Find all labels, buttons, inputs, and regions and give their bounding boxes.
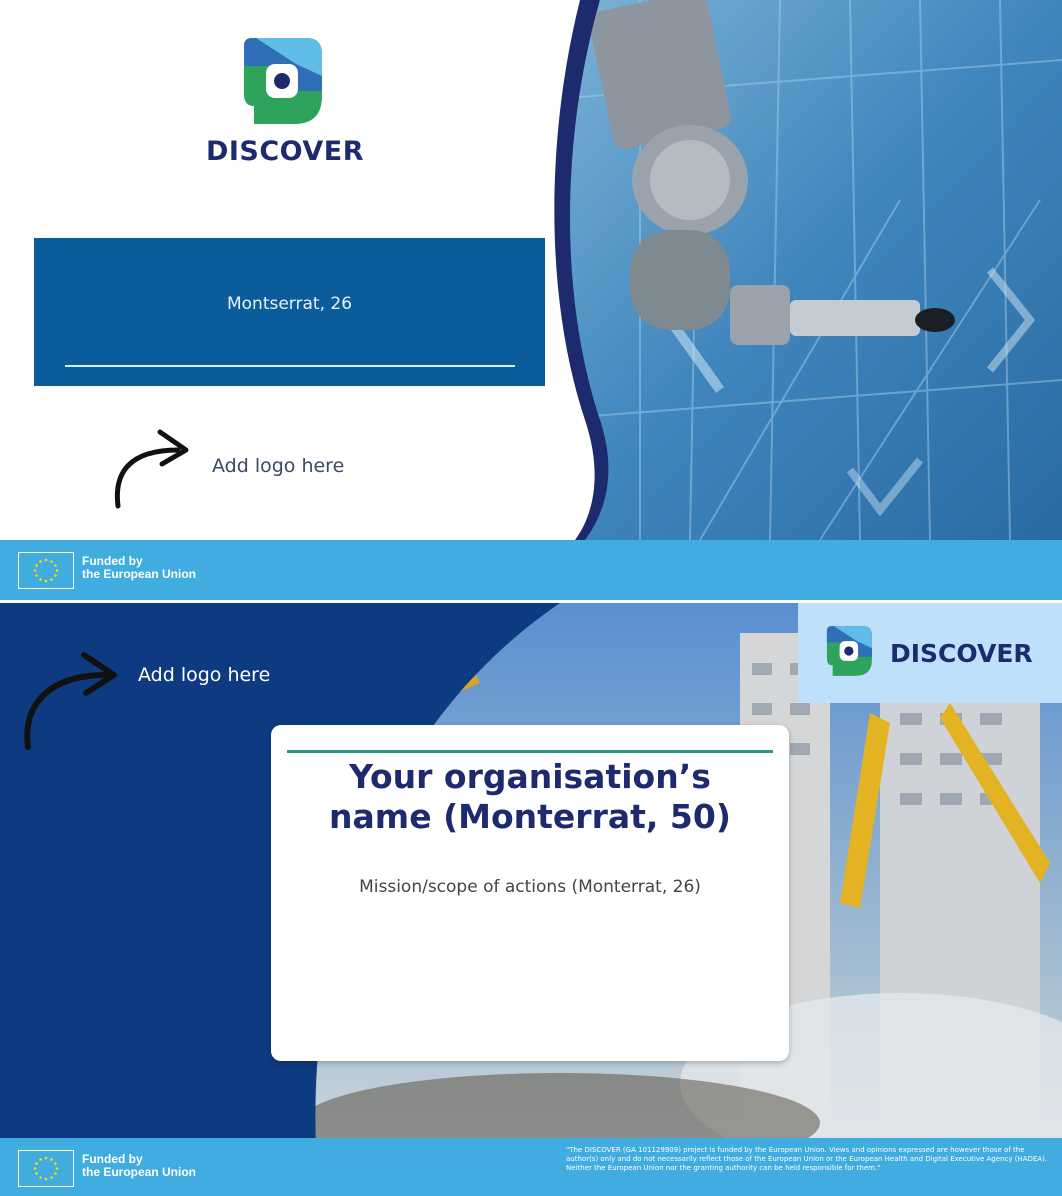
eu-flag-icon bbox=[18, 552, 74, 589]
slide-organisation: DISCOVER Add logo here Your organisation… bbox=[0, 603, 1062, 1196]
add-logo-placeholder: Add logo here bbox=[212, 455, 345, 477]
logo-wordmark: DISCOVER bbox=[205, 136, 365, 167]
funded-line2: the European Union bbox=[82, 567, 196, 581]
eu-flag-icon bbox=[18, 1150, 74, 1187]
organisation-card: Your organisation’s name (Monterrat, 50)… bbox=[271, 725, 789, 1061]
discover-logo-icon bbox=[244, 38, 322, 124]
funding-disclaimer: "The DISCOVER (GA 101129909) project is … bbox=[566, 1146, 1048, 1172]
title-underline bbox=[65, 365, 515, 367]
card-title: Your organisation’s name (Monterrat, 50) bbox=[271, 757, 789, 837]
funding-footer: Funded by the European Union "The DISCOV… bbox=[0, 1138, 1062, 1196]
slide-title: DISCOVER Montserrat, 26 Add logo here Fu… bbox=[0, 0, 1062, 600]
logo-wordmark: DISCOVER bbox=[890, 639, 1033, 668]
title-box: Montserrat, 26 bbox=[34, 238, 545, 386]
arrow-icon bbox=[114, 429, 189, 509]
funded-by-text: Funded by the European Union bbox=[82, 1153, 196, 1179]
add-logo-placeholder: Add logo here bbox=[138, 664, 271, 686]
title-text: Montserrat, 26 bbox=[226, 294, 353, 314]
corner-logo: DISCOVER bbox=[798, 603, 1062, 703]
funded-line2: the European Union bbox=[82, 1165, 196, 1179]
discover-logo: DISCOVER bbox=[200, 36, 370, 176]
card-subtitle: Mission/scope of actions (Monterrat, 26) bbox=[359, 877, 701, 897]
funding-footer: Funded by the European Union bbox=[0, 540, 1062, 600]
card-title-line1: Your organisation’s bbox=[349, 757, 711, 796]
card-title-line2: name (Monterrat, 50) bbox=[329, 797, 731, 836]
arrow-icon bbox=[24, 652, 117, 750]
discover-logo-icon bbox=[826, 626, 872, 676]
card-accent-line bbox=[287, 750, 773, 753]
funded-by-text: Funded by the European Union bbox=[82, 555, 196, 581]
